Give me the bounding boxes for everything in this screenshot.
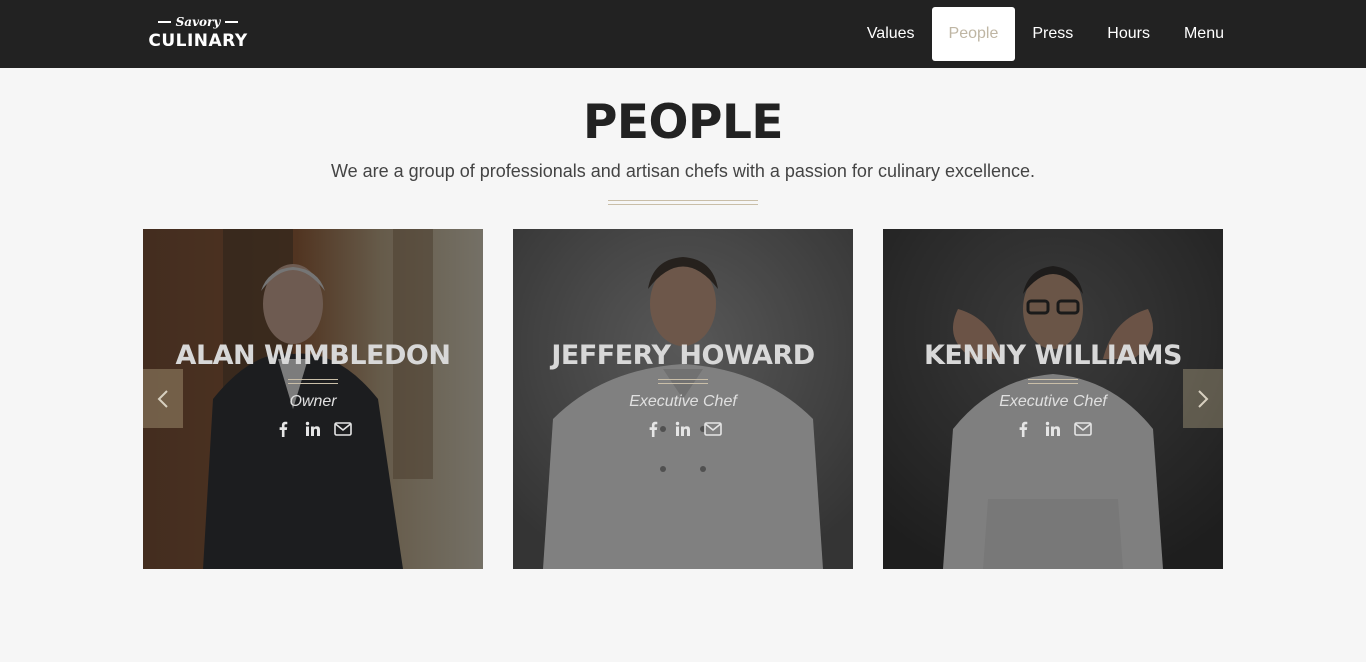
section-title: PEOPLE [582, 95, 784, 150]
person-card-alan[interactable]: ALAN WIMBLEDON Owner [143, 229, 483, 569]
nav-item-people[interactable]: People [931, 7, 1016, 61]
person-name: ALAN WIMBLEDON [175, 340, 451, 371]
nav-item-menu[interactable]: Menu [1167, 7, 1241, 61]
nav-item-values[interactable]: Values [850, 7, 932, 61]
name-divider [658, 379, 708, 384]
carousel-next-button[interactable] [1183, 369, 1223, 428]
person-role: Owner [289, 393, 337, 410]
brand-logo[interactable]: Savory CULINARY [143, 14, 253, 54]
brand-name: CULINARY [148, 31, 248, 51]
email-icon[interactable] [704, 420, 722, 438]
nav-item-press[interactable]: Press [1015, 7, 1090, 61]
carousel-prev-button[interactable] [143, 369, 183, 428]
social-links [143, 420, 483, 438]
name-divider [288, 379, 338, 384]
facebook-icon[interactable] [1014, 420, 1032, 438]
name-divider [1028, 379, 1078, 384]
social-links [513, 420, 853, 438]
linkedin-icon[interactable] [304, 420, 322, 438]
section-divider [608, 200, 758, 205]
facebook-icon[interactable] [274, 420, 292, 438]
person-role: Executive Chef [999, 393, 1107, 410]
person-card-kenny[interactable]: KENNY WILLIAMS Executive Chef [883, 229, 1223, 569]
person-card-jeffery[interactable]: JEFFERY HOWARD Executive Chef [513, 229, 853, 569]
top-navbar: Savory CULINARY Values People Press Hour… [0, 0, 1366, 68]
linkedin-icon[interactable] [674, 420, 692, 438]
person-name: KENNY WILLIAMS [923, 340, 1183, 371]
facebook-icon[interactable] [644, 420, 662, 438]
nav-item-hours[interactable]: Hours [1090, 7, 1167, 61]
linkedin-icon[interactable] [1044, 420, 1062, 438]
brand-tagline: Savory [175, 15, 221, 29]
person-name: JEFFERY HOWARD [551, 340, 815, 371]
email-icon[interactable] [334, 420, 352, 438]
main-nav: Values People Press Hours Menu [850, 7, 1241, 61]
section-subtitle: We are a group of professionals and arti… [330, 161, 1036, 181]
email-icon[interactable] [1074, 420, 1092, 438]
person-role: Executive Chef [629, 393, 737, 410]
chevron-left-icon [157, 389, 168, 408]
social-links [883, 420, 1223, 438]
chevron-right-icon [1198, 389, 1209, 408]
